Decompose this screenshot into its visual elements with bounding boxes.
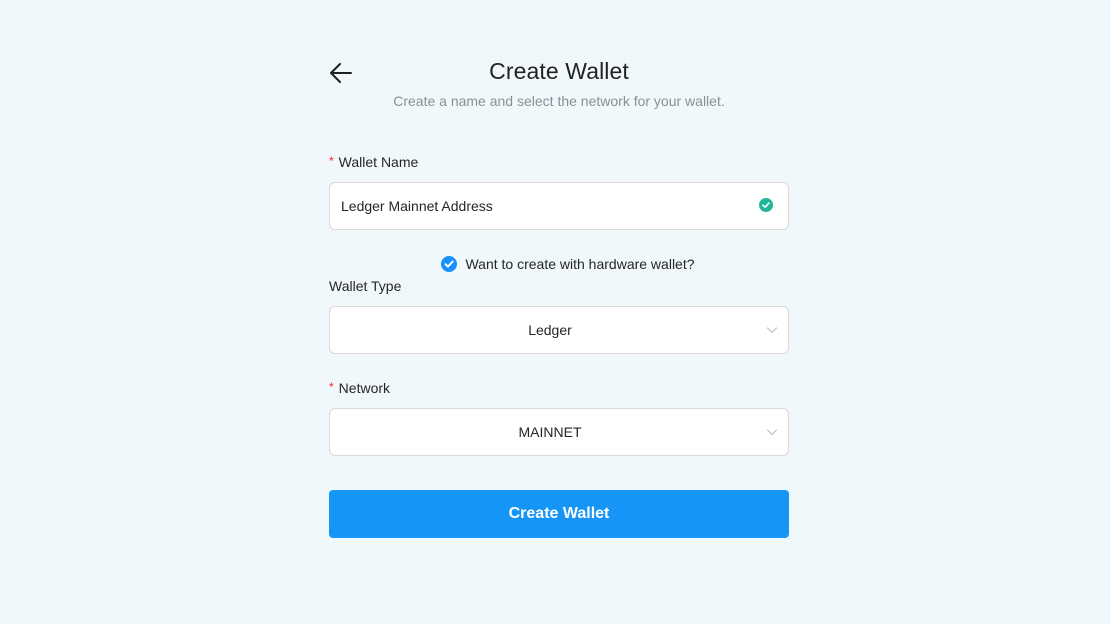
page-header: Create Wallet Create a name and select t… bbox=[329, 56, 789, 116]
network-label-text: Network bbox=[338, 380, 391, 396]
create-wallet-button[interactable]: Create Wallet bbox=[329, 490, 789, 538]
hardware-wallet-label: Want to create with hardware wallet? bbox=[465, 256, 695, 272]
checkmark-icon bbox=[444, 260, 455, 268]
network-select[interactable]: MAINNET bbox=[329, 408, 789, 456]
chevron-down-icon bbox=[766, 327, 778, 334]
wallet-name-label: * Wallet Name bbox=[329, 154, 418, 170]
network-selected-value: MAINNET bbox=[518, 424, 582, 440]
wallet-name-input[interactable] bbox=[341, 183, 741, 229]
wallet-type-label: Wallet Type bbox=[329, 278, 402, 294]
wallet-type-selected-value: Ledger bbox=[528, 322, 572, 338]
wallet-name-field[interactable] bbox=[329, 182, 789, 230]
page-subtitle: Create a name and select the network for… bbox=[393, 93, 725, 109]
required-marker: * bbox=[329, 154, 334, 168]
wallet-type-select[interactable]: Ledger bbox=[329, 306, 789, 354]
wallet-name-label-text: Wallet Name bbox=[338, 154, 419, 170]
hardware-wallet-option: Want to create with hardware wallet? bbox=[329, 256, 789, 274]
required-marker: * bbox=[329, 380, 334, 394]
page-title: Create Wallet bbox=[489, 58, 629, 84]
chevron-down-icon bbox=[766, 429, 778, 436]
hardware-wallet-checkbox-row[interactable]: Want to create with hardware wallet? bbox=[441, 256, 695, 272]
check-circle-icon bbox=[759, 198, 773, 212]
hardware-wallet-checkbox[interactable] bbox=[441, 256, 458, 272]
network-label: * Network bbox=[329, 380, 390, 396]
